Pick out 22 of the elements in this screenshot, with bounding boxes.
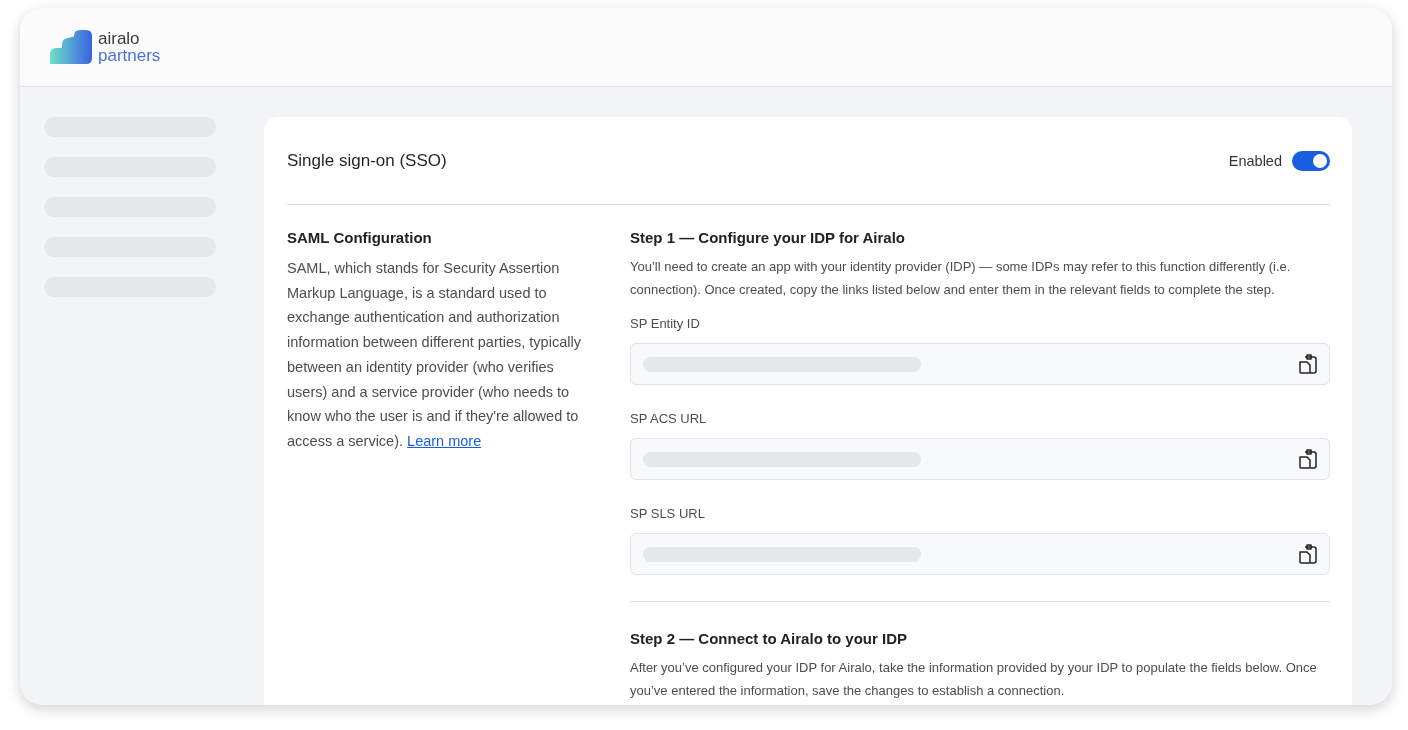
card-title: Single sign-on (SSO) [287, 150, 447, 171]
step-description: After you’ve configured your IDP for Airalo, take the information provided by your IDP to populate the fields below. Once you’ve entered the information, save the changes to establish a connection. [630, 659, 1318, 700]
input-field[interactable] [630, 438, 1330, 480]
logo-text: airalo [98, 30, 141, 47]
step-description: You’ll need to create an app with your identity provider (IDP) — some IDPs may refer to this function differently (i.e. connection). Once created, copy the links listed below and enter them in the relevant fields to complete the step. [630, 258, 1292, 299]
step-title: Step 2 — Connect to Airalo to your IDP [630, 630, 908, 647]
logo-subtext: partners [98, 47, 161, 64]
toggle-switch[interactable] [1292, 150, 1330, 171]
copy-icon[interactable] [1299, 449, 1317, 469]
toggle-label: Enabled [1228, 152, 1282, 169]
field-label: SP ACS URL [630, 411, 708, 426]
input-field[interactable] [630, 343, 1330, 385]
step-title: Step 1 — Configure your IDP for Airalo [630, 229, 907, 246]
section-description: SAML, which stands for Security Assertion Markup Language, is a standard used to exchange authentication and authorization information between different parties, typically between an identity provider (who verifies users) and a service provider (who needs to know who the user is and if they're allowed to access a service). Learn more [287, 259, 582, 451]
field-label: SP Entity ID [630, 316, 701, 331]
section-title: SAML Configuration [287, 229, 433, 246]
logo-icon [50, 30, 92, 64]
copy-icon[interactable] [1299, 354, 1317, 374]
copy-icon[interactable] [1299, 544, 1317, 564]
input-field[interactable] [630, 533, 1330, 575]
learn-more-link[interactable]: Learn more [407, 432, 482, 449]
field-label: SP SLS URL [630, 506, 706, 521]
